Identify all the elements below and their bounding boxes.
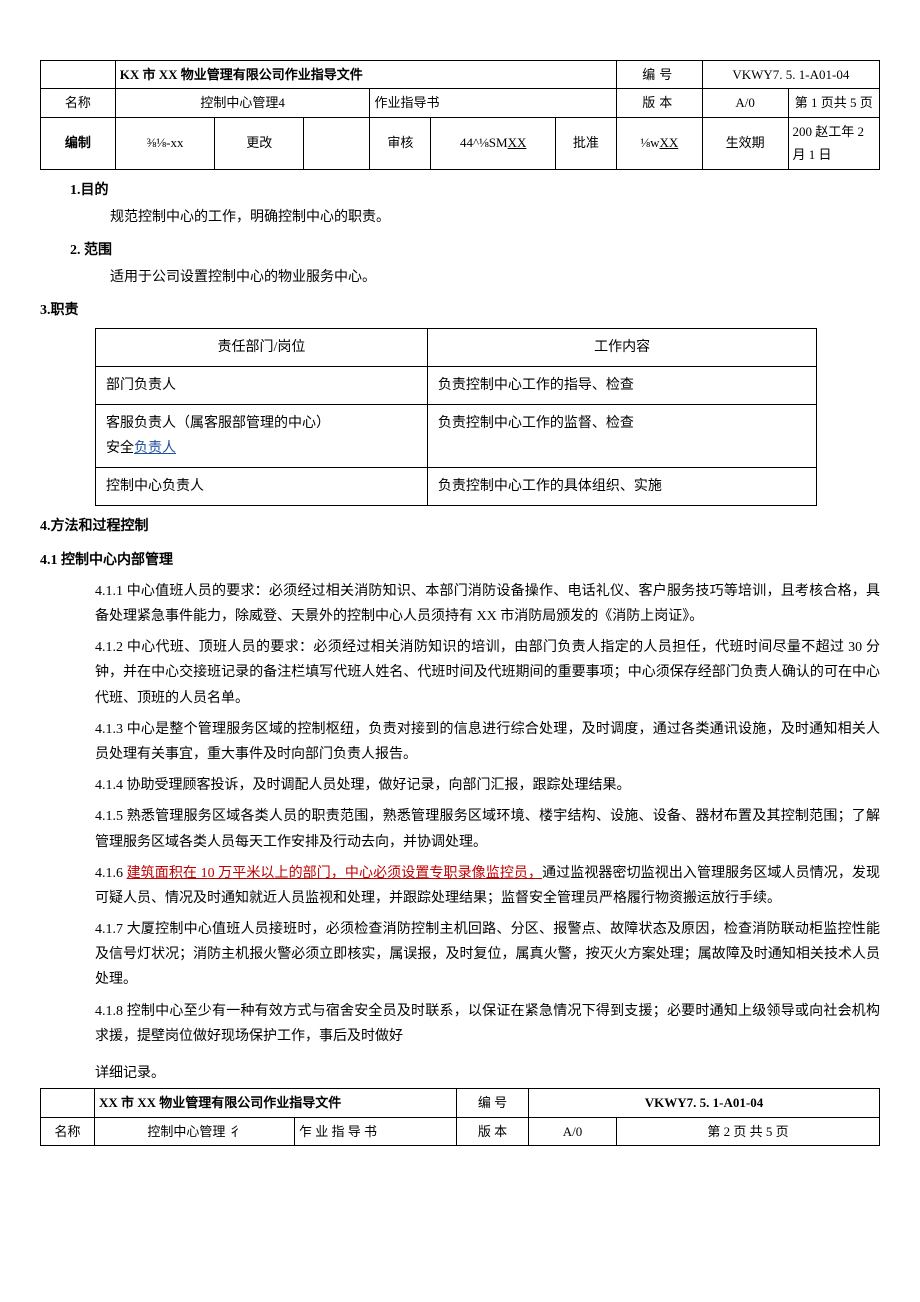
version-2: A/0 [529, 1117, 617, 1145]
para-4-1-6-link[interactable]: 建筑面积在 10 万平米以上的部门，中心必须设置专职录像监控员， [127, 866, 543, 881]
section-2-text: 适用于公司设置控制中心的物业服务中心。 [110, 265, 880, 290]
section-1-title: 1.目的 [70, 178, 880, 203]
label-name: 名称 [41, 89, 116, 117]
label-effective: 生效期 [702, 117, 788, 169]
review-val: 44^⅛SMXX [431, 117, 556, 169]
effective-date: 200 赵工年 2 月 1 日 [788, 117, 879, 169]
doc-header-table-2: XX 市 XX 物业管理有限公司作业指导文件 编 号 VKWY7. 5. 1-A… [40, 1088, 880, 1146]
resp-header-work: 工作内容 [427, 328, 817, 366]
para-4-1-4: 4.1.4 协助受理顾客投诉，及时调配人员处理，做好记录，向部门汇报，跟踪处理结… [95, 773, 880, 798]
para-4-1-7: 4.1.7 大厦控制中心值班人员接班时，必须检查消防控制主机回路、分区、报警点、… [95, 917, 880, 993]
compile-val: ⅜⅛-xx [115, 117, 215, 169]
doc-name-2: 控制中心管理 彳 [95, 1117, 295, 1145]
label-version-2: 版 本 [457, 1117, 529, 1145]
para-4-1-8b: 详细记录。 [95, 1061, 880, 1086]
company-doc-title: KX 市 XX 物业管理有限公司作业指导文件 [115, 61, 616, 89]
doc-no-2: VKWY7. 5. 1-A01-04 [529, 1089, 880, 1117]
label-approve: 批准 [555, 117, 616, 169]
resp-row-3-work: 负责控制中心工作的具体组织、实施 [427, 468, 817, 506]
label-version: 版本 [616, 89, 702, 117]
doc-name: 控制中心管理4 [115, 89, 370, 117]
company-doc-title-2: XX 市 XX 物业管理有限公司作业指导文件 [95, 1089, 457, 1117]
section-3-title: 3.职责 [40, 298, 880, 323]
para-4-1-1: 4.1.1 中心值班人员的要求：必须经过相关消防知识、本部门消防设备操作、电话礼… [95, 579, 880, 629]
change-val [304, 117, 370, 169]
doc-no: VKWY7. 5. 1-A01-04 [702, 61, 879, 89]
label-review: 审核 [370, 117, 431, 169]
doc-header-table-1: KX 市 XX 物业管理有限公司作业指导文件 编号 VKWY7. 5. 1-A0… [40, 60, 880, 170]
section-4-1-title: 4.1 控制中心内部管理 [40, 548, 880, 573]
resp-row-2-dept-link[interactable]: 负责人 [134, 441, 176, 456]
page-info-2: 第 2 页 共 5 页 [617, 1117, 880, 1145]
resp-header-dept: 责任部门/岗位 [96, 328, 428, 366]
para-4-1-2: 4.1.2 中心代班、顶班人员的要求：必须经过相关消防知识的培训，由部门负责人指… [95, 635, 880, 711]
para-4-1-8: 4.1.8 控制中心至少有一种有效方式与宿舍安全员及时联系，以保证在紧急情况下得… [95, 999, 880, 1049]
label-change: 更改 [215, 117, 304, 169]
para-4-1-3: 4.1.3 中心是整个管理服务区域的控制枢纽，负责对接到的信息进行综合处理，及时… [95, 717, 880, 767]
resp-row-3-dept: 控制中心负责人 [96, 468, 428, 506]
label-compile: 编制 [41, 117, 116, 169]
type-label-2: 乍 业 指 导 书 [295, 1117, 457, 1145]
section-2-title: 2. 范围 [70, 238, 880, 263]
para-4-1-6: 4.1.6 建筑面积在 10 万平米以上的部门，中心必须设置专职录像监控员，通过… [95, 861, 880, 911]
responsibility-table: 责任部门/岗位 工作内容 部门负责人 负责控制中心工作的指导、检查 客服负责人（… [95, 328, 817, 507]
section-1-text: 规范控制中心的工作，明确控制中心的职责。 [110, 205, 880, 230]
label-no-2: 编 号 [457, 1089, 529, 1117]
page-info: 第 1 页共 5 页 [788, 89, 879, 117]
resp-row-2-dept: 客服负责人（属客服部管理的中心） 安全负责人 [96, 404, 428, 467]
resp-row-1-work: 负责控制中心工作的指导、检查 [427, 366, 817, 404]
resp-row-1-dept: 部门负责人 [96, 366, 428, 404]
resp-row-2-dept-b: 安全 [106, 441, 134, 456]
label-name-2: 名称 [41, 1117, 95, 1145]
section-4-title: 4.方法和过程控制 [40, 514, 880, 539]
para-4-1-5: 4.1.5 熟悉管理服务区域各类人员的职责范围，熟悉管理服务区域环境、楼宇结构、… [95, 804, 880, 854]
approve-val: ⅛wXX [616, 117, 702, 169]
resp-row-2-dept-a: 客服负责人（属客服部管理的中心） [106, 411, 417, 436]
version: A/0 [702, 89, 788, 117]
label-no: 编号 [616, 61, 702, 89]
type-label: 作业指导书 [370, 89, 616, 117]
resp-row-2-work: 负责控制中心工作的监督、检查 [427, 404, 817, 467]
para-4-1-6-prefix: 4.1.6 [95, 866, 127, 881]
